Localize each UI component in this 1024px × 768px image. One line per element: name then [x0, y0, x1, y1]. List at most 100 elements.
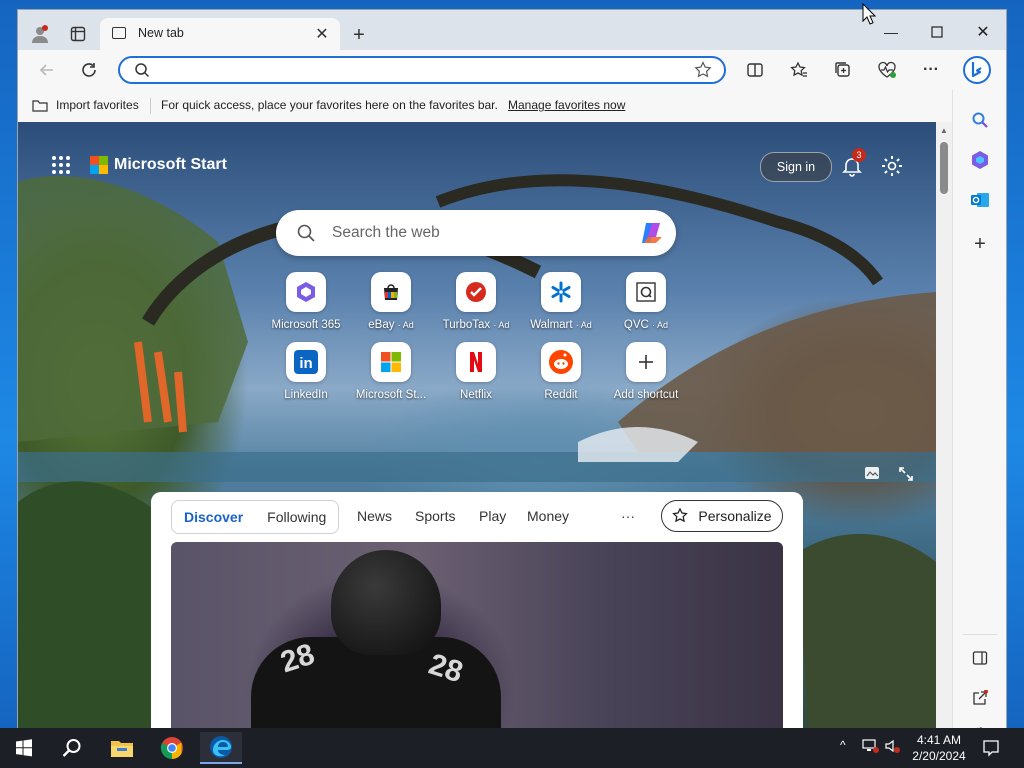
tab-money[interactable]: Money [527, 500, 569, 532]
chrome-icon [160, 737, 183, 759]
microsoft-365-icon [972, 151, 988, 169]
browser-essentials-button[interactable] [872, 56, 902, 84]
netflix-icon [456, 342, 496, 382]
app-launcher-button[interactable] [52, 156, 72, 176]
search-icon [62, 739, 81, 757]
brand-title[interactable]: Microsoft Start [114, 156, 227, 174]
expand-icon[interactable] [898, 466, 914, 482]
copilot-icon[interactable] [638, 219, 666, 247]
split-screen-button[interactable] [740, 56, 770, 84]
collections-icon [835, 62, 850, 77]
address-bar[interactable] [118, 56, 726, 84]
clock-time: 4:41 AM [916, 733, 962, 747]
copilot-button[interactable] [962, 56, 992, 84]
network-icon[interactable] [862, 738, 880, 754]
back-arrow-icon [39, 64, 53, 76]
scroll-up-arrow-icon[interactable]: ▲ [940, 126, 948, 135]
turbotax-icon [456, 272, 496, 312]
sidebar-outlook-button[interactable] [968, 188, 992, 212]
edge-sidebar: + [952, 90, 1006, 728]
shortcut-microsoft-365[interactable]: Microsoft 365 [264, 272, 348, 331]
shortcut-reddit[interactable]: Reddit [519, 342, 603, 401]
notifications-icon[interactable] [982, 739, 1000, 757]
sidebar-copilot-button[interactable] [968, 148, 992, 172]
shortcut-label: Add shortcut [613, 389, 679, 401]
shortcut-label: TurboTax [442, 319, 491, 331]
image-info-icon[interactable] [864, 466, 880, 480]
tab-actions-icon [70, 26, 86, 42]
news-feed: Discover Following News Sports Play Mone… [151, 492, 803, 728]
close-window-button[interactable]: ✕ [960, 18, 1006, 46]
ad-label: · Ad [493, 320, 510, 330]
svg-text:in: in [299, 355, 312, 372]
shortcut-netflix[interactable]: Netflix [434, 342, 518, 401]
start-button[interactable] [4, 732, 44, 764]
folder-icon [111, 741, 133, 757]
close-tab-icon[interactable]: ✕ [312, 24, 332, 44]
settings-gear-icon[interactable] [880, 154, 904, 178]
search-icon [972, 112, 988, 128]
sidebar-search-button[interactable] [968, 108, 992, 132]
tab-play[interactable]: Play [479, 500, 506, 532]
more-options-button[interactable]: ··· [916, 56, 946, 84]
edge-icon [210, 736, 232, 758]
shortcut-ebay[interactable]: eBay · Ad [349, 272, 433, 331]
mouse-cursor-icon [862, 3, 876, 25]
more-categories-button[interactable]: ··· [621, 500, 635, 532]
refresh-button[interactable] [74, 56, 104, 84]
tab-discover[interactable]: Discover [172, 501, 255, 533]
maximize-icon [931, 26, 943, 38]
hero-article-image[interactable]: 28 28 [171, 542, 783, 728]
tab-news[interactable]: News [357, 500, 392, 532]
microsoft-365-icon [286, 272, 326, 312]
favorites-button[interactable] [784, 56, 814, 84]
search-taskbar-button[interactable] [52, 732, 92, 764]
edge-button[interactable] [200, 732, 242, 764]
favorites-bar: Import favorites For quick access, place… [18, 90, 952, 123]
tab-new-tab[interactable]: New tab ✕ [100, 18, 340, 50]
volume-muted-icon[interactable] [884, 738, 902, 754]
search-icon [135, 63, 150, 78]
newtab-page-icon [112, 27, 126, 39]
plus-icon [626, 342, 666, 382]
shortcut-walmart[interactable]: Walmart · Ad [519, 272, 603, 331]
shortcut-linkedin[interactable]: in LinkedIn [264, 342, 348, 401]
search-icon [297, 224, 315, 242]
shortcut-add[interactable]: Add shortcut [604, 342, 688, 401]
show-hidden-icons-button[interactable]: ^ [840, 738, 846, 752]
import-favorites-link[interactable]: Import favorites [56, 98, 139, 112]
shortcut-label: Microsoft St... [355, 389, 427, 401]
shortcut-turbotax[interactable]: TurboTax · Ad [434, 272, 518, 331]
sidebar-panel-icon [972, 651, 988, 665]
shortcut-label: Netflix [460, 389, 492, 401]
tab-following[interactable]: Following [255, 501, 338, 533]
profile-button[interactable] [26, 20, 54, 48]
tab-sports[interactable]: Sports [415, 500, 455, 532]
external-link-button[interactable] [968, 686, 992, 710]
sign-in-button[interactable]: Sign in [760, 152, 832, 182]
maximize-button[interactable] [914, 18, 960, 46]
outlook-icon [971, 193, 989, 207]
chrome-button[interactable] [152, 732, 192, 764]
shortcut-qvc[interactable]: QVC · Ad [604, 272, 688, 331]
collections-button[interactable] [828, 56, 858, 84]
split-screen-icon [747, 63, 763, 77]
tab-actions-button[interactable] [64, 20, 92, 48]
manage-favorites-link[interactable]: Manage favorites now [508, 98, 625, 112]
tab-title: New tab [138, 26, 184, 40]
back-button[interactable] [32, 56, 62, 84]
file-explorer-button[interactable] [102, 732, 142, 764]
notification-badge: 3 [852, 148, 866, 162]
web-search-box[interactable]: Search the web [276, 210, 676, 256]
windows-start-icon [16, 739, 32, 757]
scrollbar-thumb[interactable] [940, 142, 948, 194]
shortcut-microsoft-store[interactable]: Microsoft St... [349, 342, 433, 401]
page-scrollbar[interactable]: ▲ [936, 122, 952, 728]
refresh-icon [82, 63, 96, 77]
personalize-button[interactable]: Personalize [661, 500, 783, 532]
favorite-star-icon[interactable] [694, 61, 712, 79]
sidebar-add-button[interactable]: + [968, 232, 992, 256]
new-tab-button[interactable]: + [348, 24, 370, 46]
hide-sidebar-button[interactable] [968, 646, 992, 670]
system-clock[interactable]: 4:41 AM 2/20/2024 [906, 732, 972, 764]
